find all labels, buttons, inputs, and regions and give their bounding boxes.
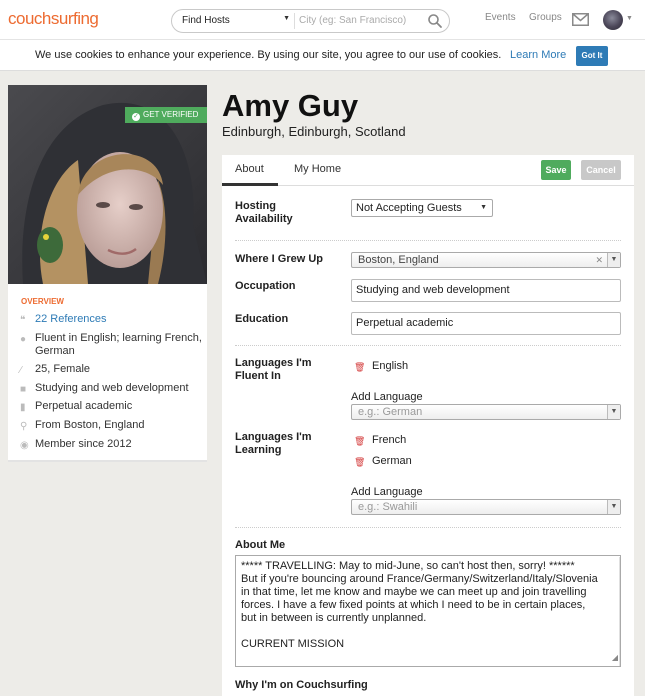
edit-profile-card: About My Home Save Cancel Hosting Availa… <box>222 155 634 696</box>
add-learning-language-placeholder: e.g.: Swahili <box>358 501 418 513</box>
couchsurfing-logo[interactable]: couchsurfing <box>8 9 99 29</box>
about-me-line: ***** TRAVELLING: May to mid-June, so ca… <box>241 560 575 572</box>
add-learning-language-label: Add Language <box>351 486 423 498</box>
cancel-button[interactable]: Cancel <box>581 160 621 180</box>
section-divider <box>235 240 621 241</box>
textarea-scrollbar[interactable] <box>619 557 620 666</box>
chevron-down-icon[interactable]: ▼ <box>626 15 633 22</box>
learning-language-name: French <box>372 434 407 446</box>
quote-icon: ❝ <box>20 315 26 326</box>
member-since: Member since 2012 <box>35 438 132 450</box>
search-divider <box>294 13 295 29</box>
references-link[interactable]: 22 References <box>35 313 205 326</box>
search-mode-select[interactable]: Find Hosts ▼ <box>182 15 290 26</box>
age-gender: 25, Female <box>35 363 91 375</box>
clear-icon[interactable]: ✕ <box>595 253 603 267</box>
chevron-down-icon: ▼ <box>607 253 620 267</box>
fluent-languages-label: Languages I'm Fluent In <box>235 357 312 382</box>
search-mode-label: Find Hosts <box>182 15 230 26</box>
user-avatar[interactable] <box>603 10 623 30</box>
education-label: Education <box>235 313 289 325</box>
about-me-line: but in between is currently unplanned. <box>241 612 427 624</box>
grew-up-label: Where I Grew Up <box>235 253 324 265</box>
top-bar: couchsurfing Find Hosts ▼ City (eg: San … <box>0 0 645 40</box>
occupation-input[interactable]: Studying and web development <box>351 279 621 302</box>
grew-up-select[interactable]: Boston, England ✕ ▼ <box>351 252 621 268</box>
occupation-summary: Studying and web development <box>35 382 189 394</box>
tab-my-home[interactable]: My Home <box>294 163 341 175</box>
nav-groups-link[interactable]: Groups <box>529 12 562 23</box>
chevron-down-icon: ▼ <box>283 15 290 22</box>
trash-icon[interactable]: 🗑 <box>354 436 365 446</box>
mail-icon[interactable] <box>572 13 589 26</box>
feather-icon: ∕ <box>20 365 22 376</box>
get-verified-badge[interactable]: ✓ GET VERIFIED <box>125 107 207 123</box>
about-me-line <box>241 625 602 638</box>
save-button[interactable]: Save <box>541 160 571 180</box>
active-tab-indicator <box>222 183 278 186</box>
section-divider <box>235 527 621 528</box>
about-me-line: in that time, let me know and maybe we c… <box>241 586 587 598</box>
learning-language-name: German <box>372 455 412 467</box>
profile-name: Amy Guy <box>222 88 359 123</box>
add-fluent-language-label: Add Language <box>351 391 423 403</box>
profile-location: Edinburgh, Edinburgh, Scotland <box>222 124 406 139</box>
check-icon: ✓ <box>132 113 140 121</box>
chevron-down-icon: ▼ <box>607 500 620 514</box>
about-me-label: About Me <box>235 539 286 551</box>
languages-summary: Fluent in English; learning French, Germ… <box>35 332 202 357</box>
search-bar: Find Hosts ▼ City (eg: San Francisco) <box>171 9 450 33</box>
education-summary: Perpetual academic <box>35 400 133 412</box>
tab-about[interactable]: About <box>235 163 264 175</box>
briefcase-icon: ■ <box>20 384 27 395</box>
resize-grip-icon[interactable]: ◢ <box>612 651 618 664</box>
profile-tabs: About My Home Save Cancel <box>222 155 634 186</box>
hosting-availability-value: Not Accepting Guests <box>356 202 462 214</box>
speech-bubble-icon: ● <box>20 334 27 345</box>
chevron-down-icon: ▼ <box>480 204 487 211</box>
book-icon: ▮ <box>20 402 26 413</box>
occupation-label: Occupation <box>235 280 296 292</box>
chevron-down-icon: ▼ <box>607 405 620 419</box>
globe-icon: ◉ <box>20 440 29 451</box>
location-pin-icon: ⚲ <box>20 421 28 432</box>
learning-language-item: 🗑 French <box>354 434 406 446</box>
why-couchsurfing-label: Why I'm on Couchsurfing <box>235 679 368 691</box>
overview-panel: OVERVIEW ❝ 22 References ● Fluent in Eng… <box>8 284 207 462</box>
get-verified-label: GET VERIFIED <box>143 110 199 119</box>
learn-more-link[interactable]: Learn More <box>510 49 566 61</box>
grew-up-value: Boston, England <box>358 254 439 266</box>
hosting-availability-select[interactable]: Not Accepting Guests ▼ <box>351 199 493 217</box>
fluent-language-item: 🗑 English <box>354 360 408 372</box>
fluent-language-name: English <box>372 360 409 372</box>
education-input[interactable]: Perpetual academic <box>351 312 621 335</box>
search-icon[interactable] <box>427 13 443 29</box>
learning-languages-label: Languages I'm Learning <box>235 431 312 456</box>
nav-events-link[interactable]: Events <box>485 12 516 23</box>
about-me-line: forces. I have a few fixed points at whi… <box>241 599 586 611</box>
overview-title: OVERVIEW <box>21 297 64 306</box>
about-me-textarea[interactable]: ***** TRAVELLING: May to mid-June, so ca… <box>235 555 621 667</box>
trash-icon[interactable]: 🗑 <box>354 362 365 372</box>
about-me-line: But if you're bouncing around France/Ger… <box>241 573 598 585</box>
add-fluent-language-placeholder: e.g.: German <box>358 406 423 418</box>
city-search-input[interactable]: City (eg: San Francisco) <box>299 15 406 26</box>
from-location: From Boston, England <box>35 419 145 431</box>
cookie-message: We use cookies to enhance your experienc… <box>35 49 502 61</box>
hosting-availability-label: Hosting Availability <box>235 200 293 225</box>
section-divider <box>235 345 621 346</box>
add-learning-language-select[interactable]: e.g.: Swahili ▼ <box>351 499 621 515</box>
learning-language-item: 🗑 German <box>354 455 412 467</box>
add-fluent-language-select[interactable]: e.g.: German ▼ <box>351 404 621 420</box>
about-me-line: CURRENT MISSION <box>241 638 345 650</box>
cookie-banner: We use cookies to enhance your experienc… <box>0 40 645 71</box>
trash-icon[interactable]: 🗑 <box>354 457 365 467</box>
got-it-button[interactable]: Got It <box>576 46 608 66</box>
